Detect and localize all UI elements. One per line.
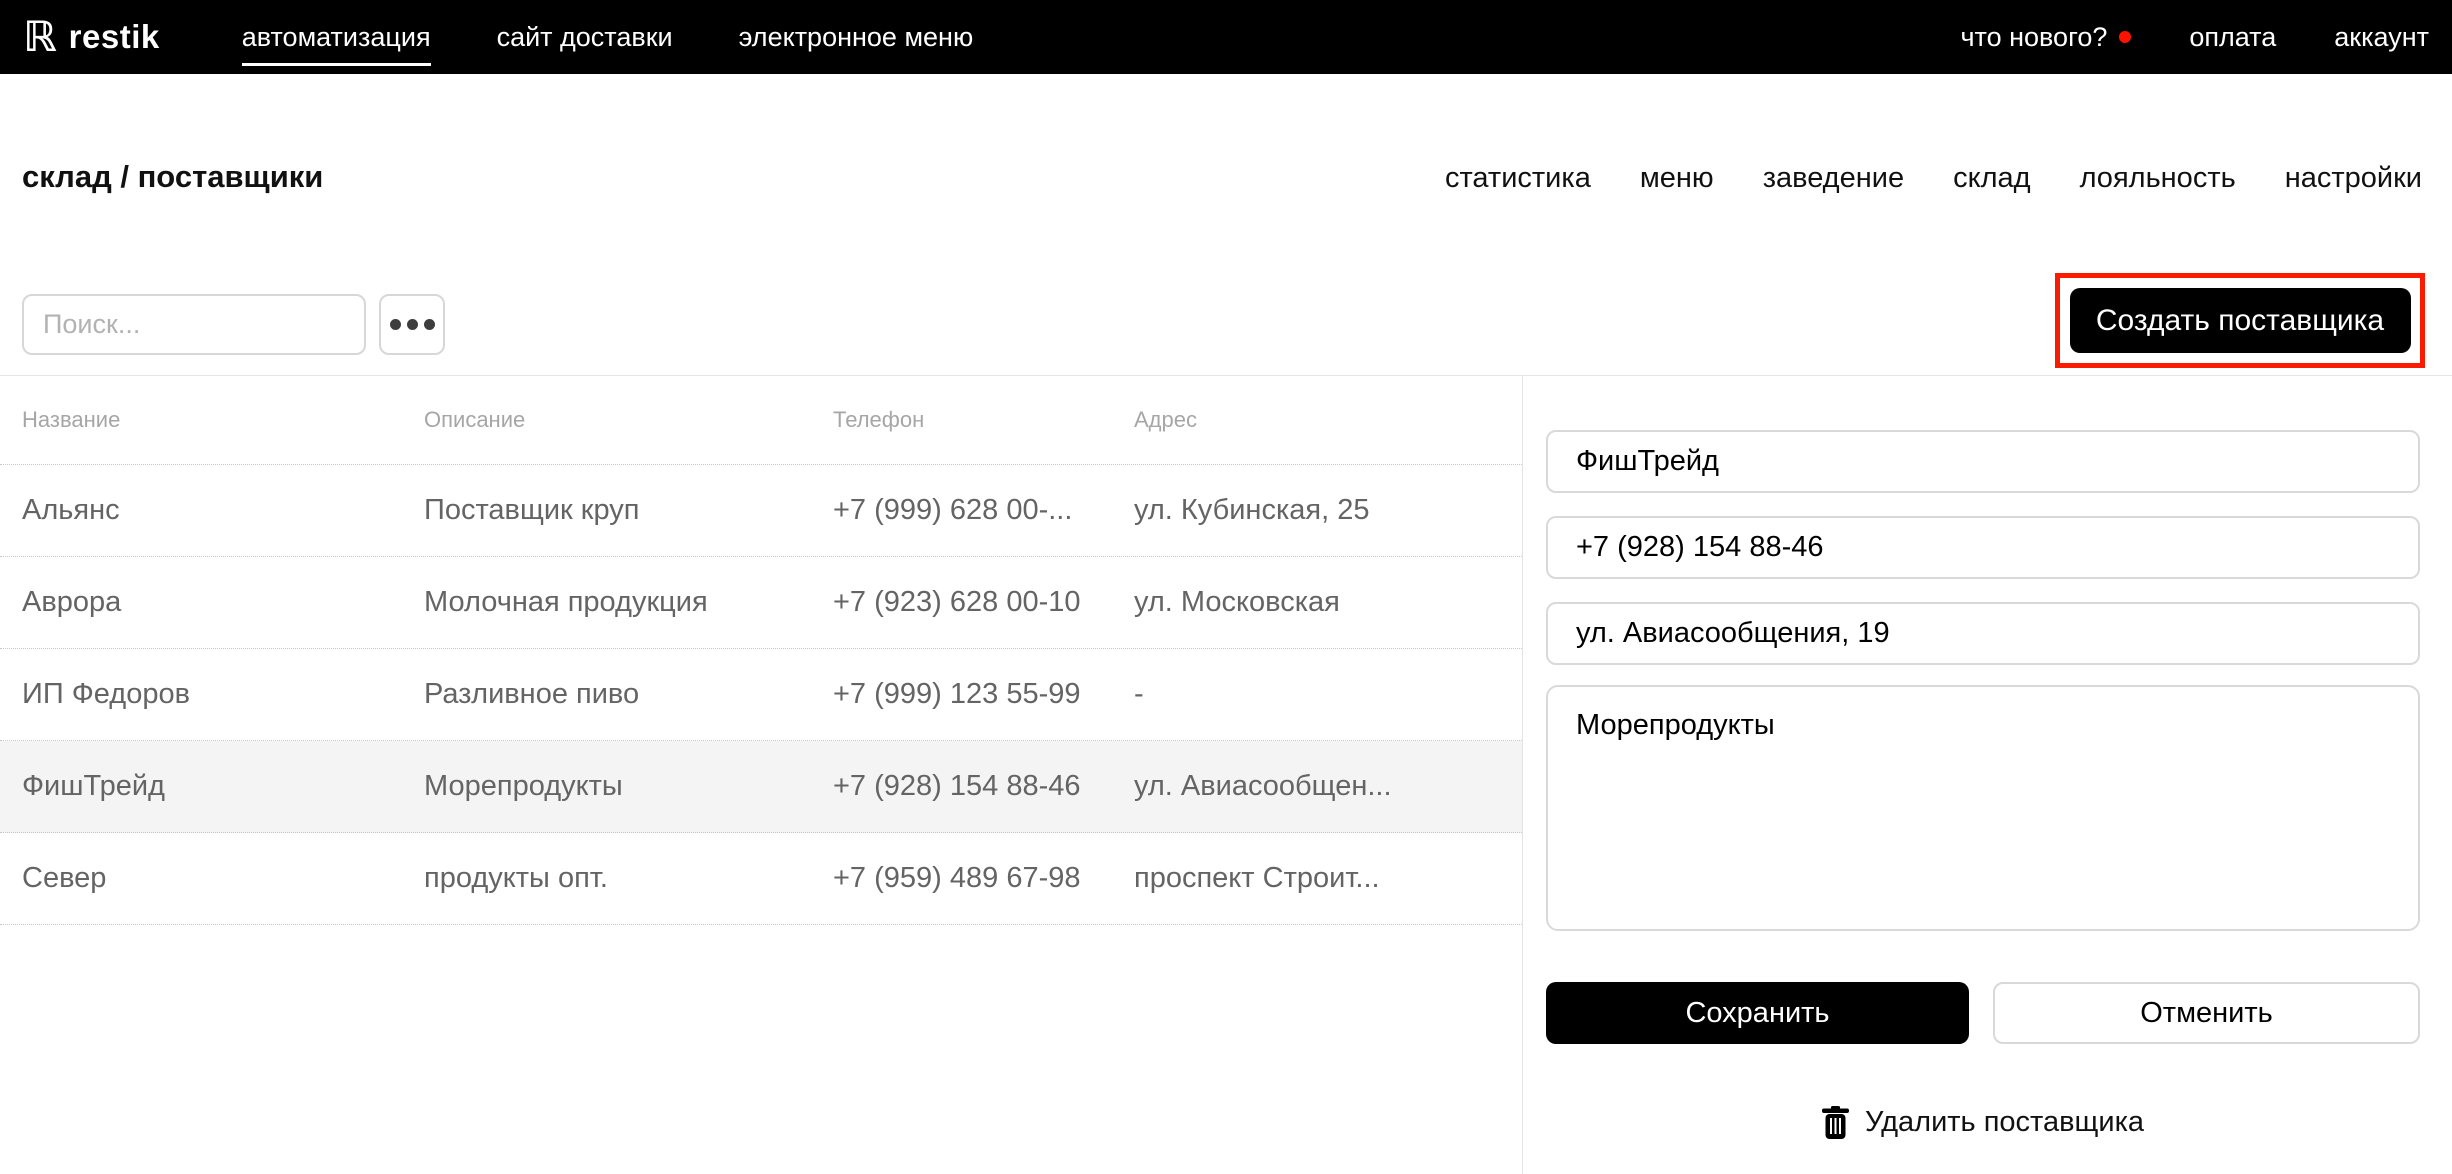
nav-automation[interactable]: автоматизация <box>242 0 431 74</box>
table-row[interactable]: Альянс Поставщик круп +7 (999) 628 00-..… <box>0 465 1522 557</box>
cell-name: ФишТрейд <box>22 770 424 803</box>
cell-description: Морепродукты <box>424 770 833 803</box>
cell-phone: +7 (999) 628 00-... <box>833 494 1134 527</box>
cell-description: Разливное пиво <box>424 678 833 711</box>
column-header: Телефон <box>833 407 1134 433</box>
column-header: Описание <box>424 407 833 433</box>
table-row[interactable]: ИП Федоров Разливное пиво +7 (999) 123 5… <box>0 649 1522 741</box>
payment-link[interactable]: оплата <box>2189 22 2276 53</box>
supplier-address-field[interactable] <box>1546 602 2420 665</box>
delete-supplier-label: Удалить поставщика <box>1865 1106 2144 1139</box>
table-row[interactable]: ФишТрейд Морепродукты +7 (928) 154 88-46… <box>0 741 1522 833</box>
supplier-form: Морепродукты Сохранить Отменить Удали <box>1523 376 2452 1174</box>
create-supplier-button[interactable]: Создать поставщика <box>2070 288 2411 353</box>
tab-loyalty[interactable]: лояльность <box>2080 160 2236 197</box>
tab-venue[interactable]: заведение <box>1763 160 1904 197</box>
column-header: Название <box>22 407 424 433</box>
restik-logo[interactable]: ℝ restik <box>23 16 160 58</box>
cancel-button[interactable]: Отменить <box>1993 982 2420 1044</box>
search-input[interactable] <box>22 294 366 355</box>
cell-address: - <box>1134 678 1522 711</box>
table-row[interactable]: Север продукты опт. +7 (959) 489 67-98 п… <box>0 833 1522 925</box>
cell-address: ул. Кубинская, 25 <box>1134 494 1522 527</box>
topnav: автоматизация сайт доставки электронное ме… <box>242 0 973 74</box>
tab-menu[interactable]: меню <box>1640 160 1714 197</box>
cell-description: Молочная продукция <box>424 586 833 619</box>
tab-warehouse[interactable]: склад <box>1953 160 2030 197</box>
cell-name: ИП Федоров <box>22 678 424 711</box>
supplier-description-field[interactable]: Морепродукты <box>1546 685 2420 931</box>
cell-address: ул. Московская <box>1134 586 1522 619</box>
ellipsis-icon <box>390 319 401 330</box>
account-link[interactable]: аккаунт <box>2334 22 2429 53</box>
table-row[interactable]: Аврора Молочная продукция +7 (923) 628 0… <box>0 557 1522 649</box>
more-options-button[interactable] <box>379 294 445 355</box>
supplier-phone-field[interactable] <box>1546 516 2420 579</box>
suppliers-table: НазваниеОписаниеТелефонАдрес Альянс Пост… <box>0 376 1523 1174</box>
whats-new-link[interactable]: что нового? <box>1960 22 2131 53</box>
cell-description: продукты опт. <box>424 862 833 895</box>
column-header: Адрес <box>1134 407 1522 433</box>
restik-app-window: ℝ restik автоматизация сайт доставки элект… <box>0 0 2452 1174</box>
brand-name: restik <box>69 18 160 56</box>
annotation-highlight: Создать поставщика <box>2055 273 2425 368</box>
content-area: НазваниеОписаниеТелефонАдрес Альянс Пост… <box>0 375 2452 1174</box>
cell-address: проспект Строит... <box>1134 862 1522 895</box>
section-tabs: статистика меню заведение склад лояльность на… <box>1445 160 2422 197</box>
cell-description: Поставщик круп <box>424 494 833 527</box>
notification-dot-icon <box>2119 31 2131 43</box>
topbar: ℝ restik автоматизация сайт доставки элект… <box>0 0 2452 74</box>
tab-settings[interactable]: настройки <box>2285 160 2422 197</box>
save-button[interactable]: Сохранить <box>1546 982 1969 1044</box>
topbar-right: что нового? оплата аккаунт <box>1960 22 2429 53</box>
nav-electronic-menu[interactable]: электронное меню <box>739 0 974 74</box>
tab-statistics[interactable]: статистика <box>1445 160 1591 197</box>
form-buttons: Сохранить Отменить <box>1546 982 2420 1044</box>
cell-name: Аврора <box>22 586 424 619</box>
cell-phone: +7 (923) 628 00-10 <box>833 586 1134 619</box>
cell-name: Север <box>22 862 424 895</box>
cell-address: ул. Авиасообщен... <box>1134 770 1522 803</box>
cell-phone: +7 (999) 123 55-99 <box>833 678 1134 711</box>
cell-phone: +7 (928) 154 88-46 <box>833 770 1134 803</box>
cell-name: Альянс <box>22 494 424 527</box>
trash-icon <box>1822 1106 1849 1139</box>
page-title: склад / поставщики <box>22 158 323 195</box>
table-header-row: НазваниеОписаниеТелефонАдрес <box>0 376 1522 465</box>
restik-logo-icon: ℝ <box>23 16 57 58</box>
delete-supplier-button[interactable]: Удалить поставщика <box>1546 1106 2420 1139</box>
page-header: склад / поставщики статистика меню заведен… <box>0 158 2452 197</box>
nav-delivery-site[interactable]: сайт доставки <box>497 0 673 74</box>
cell-phone: +7 (959) 489 67-98 <box>833 862 1134 895</box>
supplier-name-field[interactable] <box>1546 430 2420 493</box>
